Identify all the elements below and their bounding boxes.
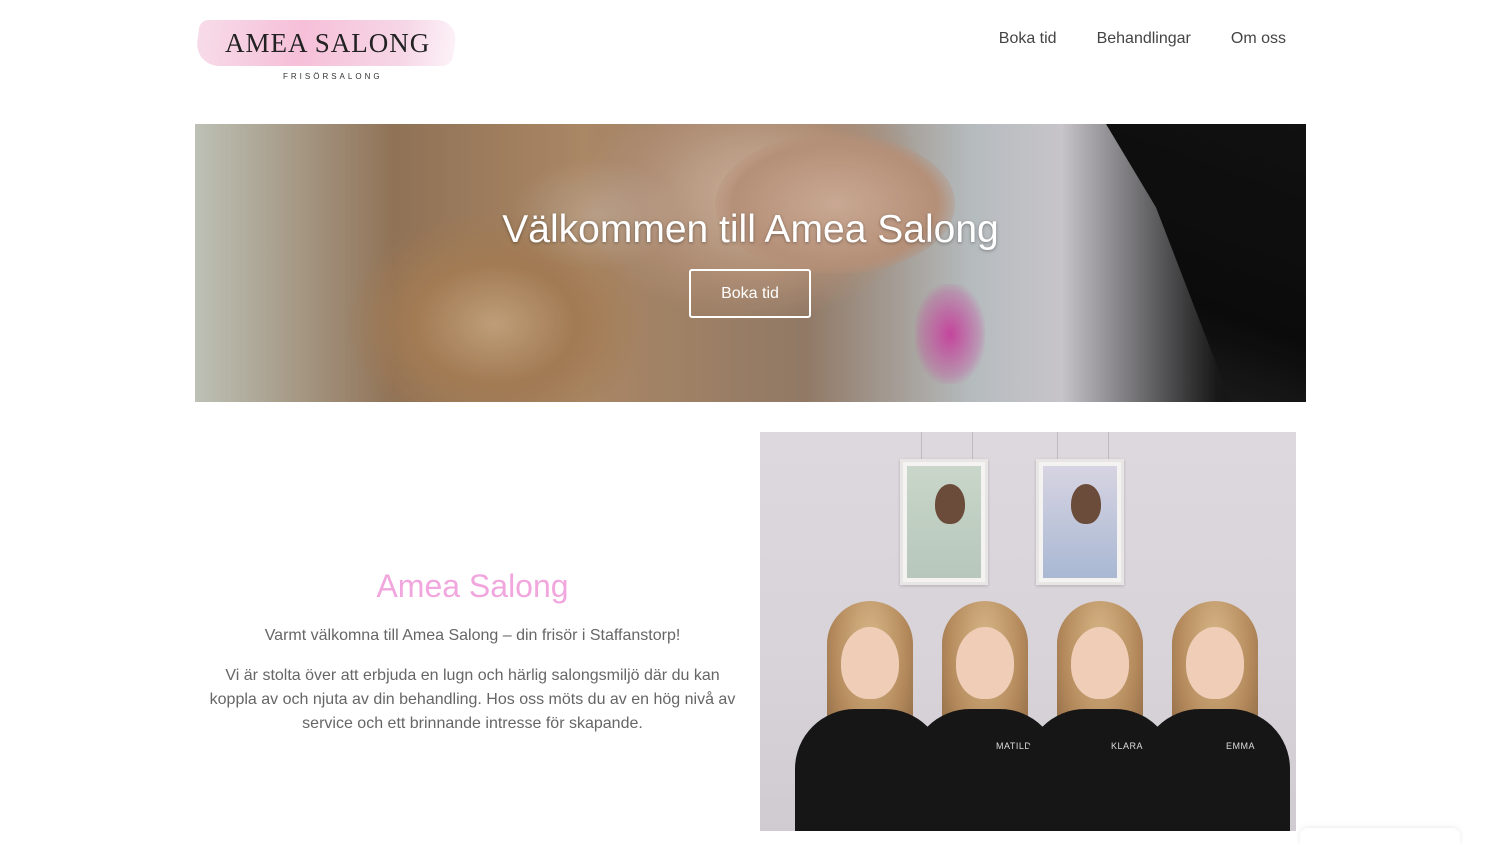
nav-item-behandlingar[interactable]: Behandlingar (1097, 30, 1191, 48)
about-lead: Varmt välkomna till Amea Salong – din fr… (264, 627, 681, 644)
member-face (1071, 627, 1129, 699)
member-shirt-text: KLARA (1111, 741, 1144, 751)
poster-string (1057, 432, 1109, 460)
nav-item-om-oss[interactable]: Om oss (1231, 30, 1286, 48)
logo-title: AMEA SALONG (225, 28, 431, 58)
member-face (956, 627, 1014, 699)
hero-book-button[interactable]: Boka tid (689, 269, 811, 318)
page: AMEA SALONG FRISÖRSALONG Boka tid Behand… (0, 0, 1500, 844)
wall-poster (1036, 459, 1124, 585)
poster-face (1071, 484, 1101, 524)
member-shirt-text: EMMA (1226, 741, 1255, 751)
member-shirt (1140, 709, 1290, 831)
chat-widget-edge[interactable] (1300, 828, 1460, 844)
poster-image (1043, 466, 1117, 578)
wall-poster (900, 459, 988, 585)
team-photo: MATILDA KLARA EMMA (760, 432, 1296, 831)
logo[interactable]: AMEA SALONG FRISÖRSALONG (193, 18, 459, 84)
poster-string (921, 432, 973, 460)
hero-overlay (195, 124, 1306, 402)
nav-item-boka-tid[interactable]: Boka tid (999, 30, 1057, 48)
about-body: Vi är stolta över att erbjuda en lugn oc… (209, 667, 736, 732)
member-face (841, 627, 899, 699)
poster-image (907, 466, 981, 578)
main-nav: Boka tid Behandlingar Om oss (999, 30, 1286, 48)
logo-subtitle: FRISÖRSALONG (283, 72, 383, 81)
hero-banner: Välkommen till Amea Salong Boka tid (195, 124, 1306, 402)
member-face (1186, 627, 1244, 699)
team-member: EMMA (1140, 601, 1290, 831)
poster-face (935, 484, 965, 524)
about-title: Amea Salong (376, 568, 569, 604)
hero-title: Välkommen till Amea Salong (502, 208, 999, 251)
